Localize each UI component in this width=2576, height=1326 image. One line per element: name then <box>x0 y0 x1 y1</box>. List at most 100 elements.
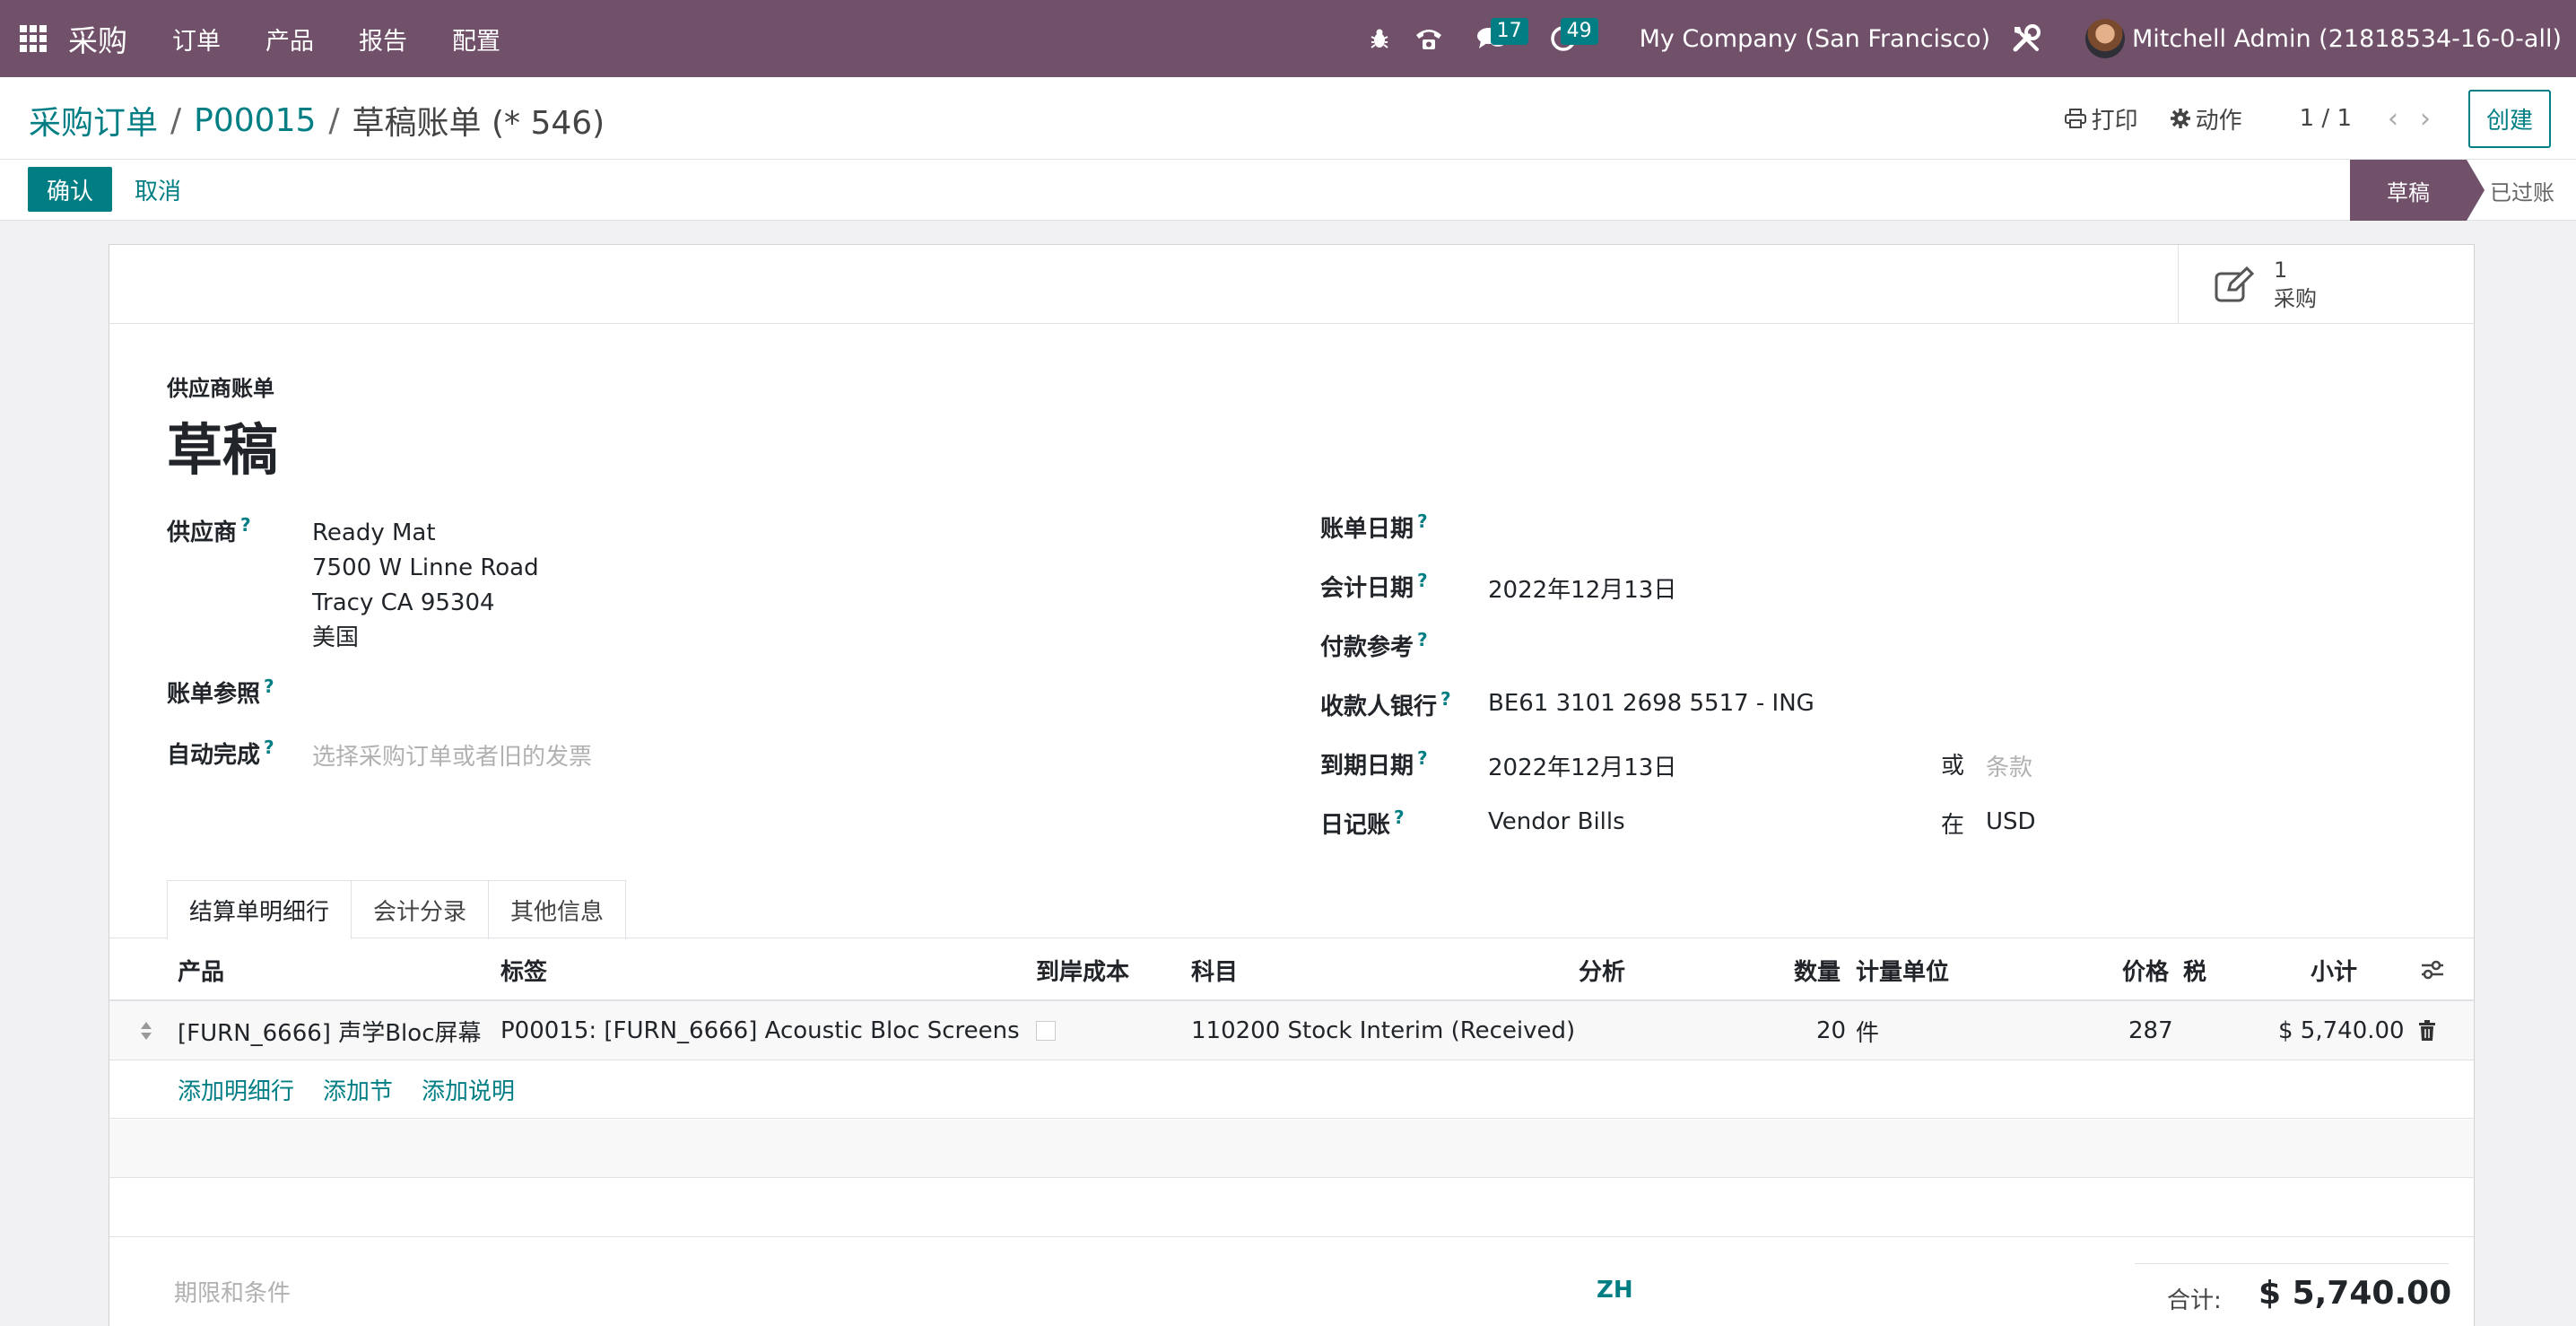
line-quantity[interactable]: 20 <box>1816 1001 1846 1060</box>
tab-invoice-lines[interactable]: 结算单明细行 <box>167 880 352 939</box>
breadcrumb-po[interactable]: P00015 <box>194 102 316 139</box>
top-navbar: 采购 订单 产品 报告 配置 17 49 My Company (San Fra… <box>0 0 2576 77</box>
bill-ref-label: 账单参照? <box>167 676 274 708</box>
line-price[interactable]: 287 <box>2128 1001 2173 1060</box>
trash-icon[interactable] <box>2418 1001 2436 1060</box>
menu-item-configuration[interactable]: 配置 <box>452 22 500 57</box>
user-menu[interactable]: Mitchell Admin (21818534-16-0-all) <box>2132 25 2562 53</box>
due-date-field[interactable]: 2022年12月13日 <box>1488 749 1676 782</box>
main-menu: 订单 产品 报告 配置 <box>172 22 545 57</box>
stage-draft[interactable]: 草稿 <box>2350 160 2485 221</box>
bank-field[interactable]: BE61 3101 2698 5517 - ING <box>1488 690 1815 717</box>
accounting-date-field[interactable]: 2022年12月13日 <box>1488 571 1676 605</box>
app-menu-icon[interactable] <box>20 25 47 52</box>
col-landed-cost[interactable]: 到岸成本 <box>1036 938 1129 1001</box>
create-button[interactable]: 创建 <box>2467 89 2551 148</box>
print-button[interactable]: 打印 <box>2064 102 2138 135</box>
total-amount: $ 5,740.00 <box>2258 1275 2452 1312</box>
journal-field[interactable]: Vendor Bills <box>1488 808 1625 835</box>
menu-item-orders[interactable]: 订单 <box>172 22 221 57</box>
tab-journal-items[interactable]: 会计分录 <box>351 880 490 939</box>
chevron-right-icon[interactable]: › <box>2420 103 2431 135</box>
col-product[interactable]: 产品 <box>178 938 224 1001</box>
col-label[interactable]: 标签 <box>500 938 547 1001</box>
settings-tools-icon[interactable] <box>1990 0 2062 77</box>
help-icon[interactable]: ? <box>264 737 274 758</box>
col-account[interactable]: 科目 <box>1191 938 1238 1001</box>
total-label: 合计: <box>2167 1287 2222 1314</box>
vendor-country: 美国 <box>312 624 360 651</box>
tab-other-info[interactable]: 其他信息 <box>488 880 627 939</box>
breadcrumb: 采购订单 / P00015 / 草稿账单 (* 546) <box>29 97 605 144</box>
add-section-link[interactable]: 添加节 <box>323 1060 393 1119</box>
help-icon[interactable]: ? <box>1417 510 1428 532</box>
pager-value[interactable]: 1 / 1 <box>2300 105 2352 132</box>
help-icon[interactable]: ? <box>1394 807 1405 828</box>
payment-terms-input[interactable]: 条款 <box>1986 749 2032 782</box>
payment-ref-label: 付款参考? <box>1320 629 1428 661</box>
table-row[interactable]: [FURN_6666] 声学Bloc屏幕 P00015: [FURN_6666]… <box>109 1001 2474 1060</box>
confirm-button[interactable]: 确认 <box>28 167 113 212</box>
help-icon[interactable]: ? <box>240 514 251 536</box>
breadcrumb-separator: / <box>170 101 182 139</box>
bill-name: 草稿 <box>167 417 279 483</box>
print-icon <box>2064 109 2086 128</box>
menu-item-products[interactable]: 产品 <box>265 22 314 57</box>
terms-and-conditions-input[interactable]: 期限和条件 <box>174 1275 291 1308</box>
activities-icon[interactable]: 49 <box>1523 0 1604 77</box>
in-label: 在 <box>1941 812 1965 839</box>
purchase-smart-button[interactable]: 1 采购 <box>2178 245 2474 324</box>
landed-cost-checkbox[interactable] <box>1036 1001 1056 1060</box>
vendor-street: 7500 W Linne Road <box>312 554 539 581</box>
autocomplete-input[interactable]: 选择采购订单或者旧的发票 <box>312 738 592 772</box>
line-product[interactable]: [FURN_6666] 声学Bloc屏幕 <box>178 1001 481 1060</box>
accounting-date-label: 会计日期? <box>1320 570 1428 602</box>
help-icon[interactable]: ? <box>264 676 274 697</box>
col-analytic[interactable]: 分析 <box>1579 938 1625 1001</box>
empty-row <box>109 1179 2474 1237</box>
drag-handle-icon[interactable] <box>140 1001 152 1060</box>
control-panel: 采购订单 / P00015 / 草稿账单 (* 546) 打印 动作 1 / 1… <box>0 77 2576 160</box>
empty-row <box>109 1120 2474 1178</box>
total-divider <box>2135 1263 2449 1264</box>
due-date-label: 到期日期? <box>1320 747 1428 780</box>
user-avatar[interactable] <box>2085 19 2126 58</box>
phone-icon[interactable] <box>1397 0 1460 77</box>
help-icon[interactable]: ? <box>1417 747 1428 769</box>
add-note-link[interactable]: 添加说明 <box>422 1060 515 1119</box>
help-icon[interactable]: ? <box>1417 629 1428 650</box>
vendor-field[interactable]: Ready Mat 7500 W Linne Road Tracy CA 953… <box>312 516 539 656</box>
purchase-label: 采购 <box>2274 286 2317 311</box>
currency-field[interactable]: USD <box>1986 808 2036 835</box>
help-icon[interactable]: ? <box>1440 688 1451 710</box>
messages-icon[interactable]: 17 <box>1460 0 1528 77</box>
optional-columns-icon[interactable] <box>2420 938 2445 1001</box>
journal-label: 日记账? <box>1320 807 1405 839</box>
chevron-left-icon[interactable]: ‹ <box>2388 103 2398 135</box>
debug-icon[interactable] <box>1362 0 1397 77</box>
line-account[interactable]: 110200 Stock Interim (Received) <box>1191 1001 1575 1060</box>
breadcrumb-purchase-orders[interactable]: 采购订单 <box>29 97 158 144</box>
vendor-name: Ready Mat <box>312 519 436 546</box>
col-quantity[interactable]: 数量 <box>1794 938 1841 1001</box>
cancel-button[interactable]: 取消 <box>135 167 181 212</box>
add-line-link[interactable]: 添加明细行 <box>178 1060 294 1119</box>
bill-date-label: 账单日期? <box>1320 510 1428 543</box>
line-uom[interactable]: 件 <box>1856 1001 1879 1060</box>
action-button[interactable]: 动作 <box>2170 102 2242 135</box>
language-toggle[interactable]: ZH <box>1597 1277 1633 1304</box>
menu-item-reporting[interactable]: 报告 <box>359 22 407 57</box>
col-tax[interactable]: 税 <box>2183 938 2206 1001</box>
col-uom[interactable]: 计量单位 <box>1856 938 1949 1001</box>
col-price[interactable]: 价格 <box>2122 938 2169 1001</box>
line-label[interactable]: P00015: [FURN_6666] Acoustic Bloc Screen… <box>500 1001 1020 1060</box>
add-line-row: 添加明细行 添加节 添加说明 <box>109 1060 2474 1119</box>
vendor-city: Tracy CA 95304 <box>312 589 495 616</box>
col-subtotal[interactable]: 小计 <box>2311 938 2357 1001</box>
help-icon[interactable]: ? <box>1417 570 1428 591</box>
app-name[interactable]: 采购 <box>68 17 127 60</box>
print-label: 打印 <box>2091 107 2138 135</box>
stage-posted[interactable]: 已过账 <box>2490 160 2554 221</box>
company-switcher[interactable]: My Company (San Francisco) <box>1640 25 1990 53</box>
edit-icon <box>2215 266 2254 302</box>
